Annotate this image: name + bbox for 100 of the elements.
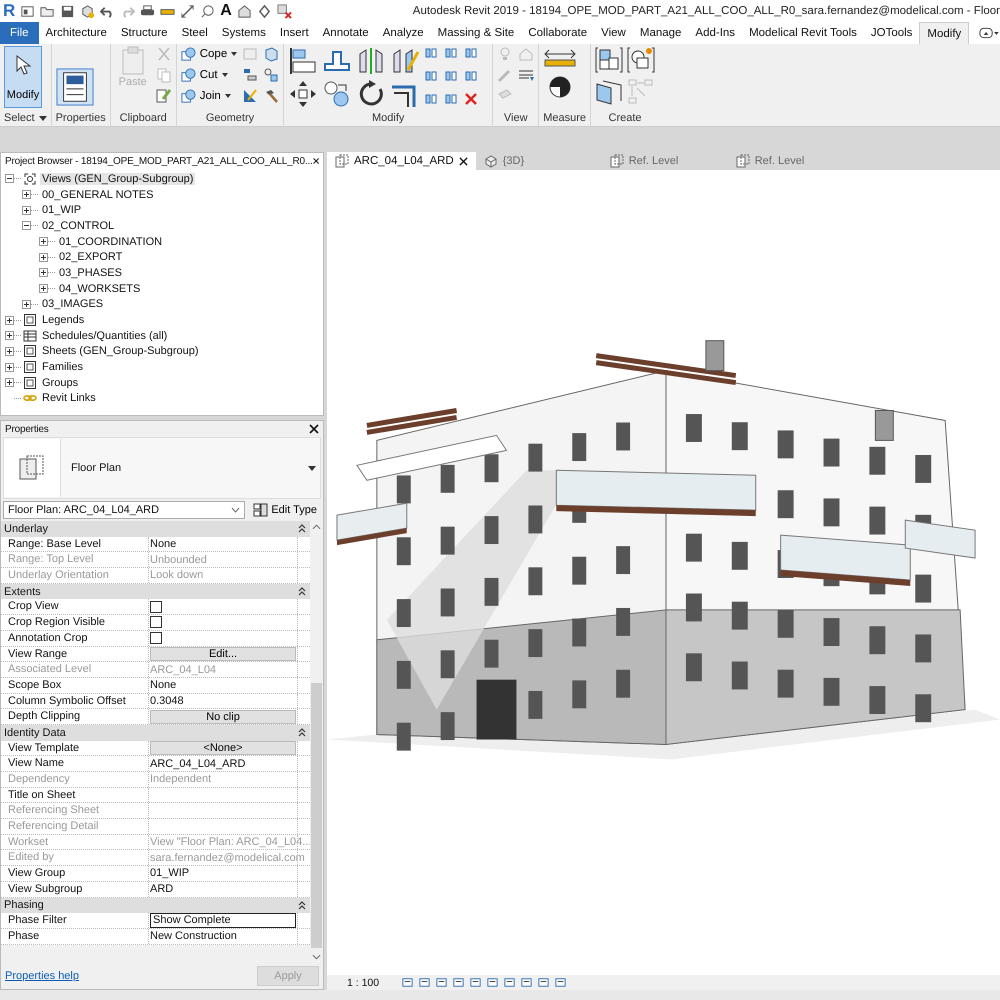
expand-icon[interactable] <box>5 362 14 372</box>
split-face-icon[interactable] <box>242 67 258 83</box>
tree-item[interactable]: 03_PHASES <box>57 266 124 279</box>
tree-item[interactable]: 02_CONTROL <box>40 220 116 232</box>
tree-item[interactable]: 01_WIP <box>40 204 84 216</box>
ribbon-tab[interactable]: Systems <box>214 22 273 44</box>
close-icon[interactable] <box>312 156 319 166</box>
property-button[interactable]: No clip <box>150 710 296 724</box>
app-logo[interactable]: R <box>3 1 16 21</box>
group-header[interactable]: Underlay <box>4 522 48 535</box>
collapse-icon[interactable] <box>5 174 14 184</box>
tree-item[interactable]: Legends <box>40 314 86 326</box>
edit-tool-icon[interactable] <box>444 69 458 83</box>
ribbon-tab[interactable]: Massing & Site <box>430 22 522 44</box>
ribbon-tab[interactable]: Collaborate <box>521 22 594 44</box>
ribbon-tab[interactable]: Add-Ins <box>688 22 742 44</box>
view-control-icon[interactable] <box>452 976 465 990</box>
tree-item[interactable]: 02_EXPORT <box>57 251 124 264</box>
save-icon[interactable] <box>60 4 76 18</box>
collapse-icon[interactable] <box>298 587 306 596</box>
expand-icon[interactable] <box>39 284 48 294</box>
checkbox[interactable] <box>150 632 162 644</box>
expand-icon[interactable] <box>39 268 48 278</box>
ribbon-tab[interactable]: Manage <box>632 22 688 44</box>
close-icon[interactable] <box>458 156 468 166</box>
document-tab[interactable]: Ref. Level <box>602 152 728 170</box>
ribbon-tab[interactable]: Steel <box>174 22 215 44</box>
ribbon-tab[interactable]: Analyze <box>376 22 431 44</box>
document-tab[interactable]: Ref. Level <box>728 152 854 170</box>
edit-tool-icon[interactable] <box>444 46 458 60</box>
shapes-icon[interactable] <box>263 67 280 83</box>
tree-item[interactable]: 03_IMAGES <box>40 298 106 310</box>
view-scale[interactable]: 1 : 100 <box>347 976 397 989</box>
property-button[interactable]: Edit... <box>150 646 296 661</box>
collapse-icon[interactable] <box>298 524 306 534</box>
view-control-icon[interactable] <box>554 976 567 990</box>
document-tab[interactable]: {3D} <box>476 152 602 170</box>
assembly-icon[interactable] <box>595 46 624 74</box>
view-control-icon[interactable] <box>401 976 414 990</box>
close-icon[interactable] <box>309 424 319 434</box>
tree-item[interactable]: 04_WORKSETS <box>57 282 142 295</box>
cube-icon[interactable] <box>80 4 96 18</box>
type-selector[interactable]: Floor Plan <box>3 437 321 499</box>
view-control-icon[interactable] <box>503 976 516 990</box>
edit-tool-icon[interactable] <box>424 69 438 83</box>
property-button[interactable]: <None> <box>150 740 296 755</box>
view-control-icon[interactable] <box>520 976 533 990</box>
checkbox[interactable] <box>150 600 162 613</box>
stacked-sheets-icon[interactable] <box>595 78 624 106</box>
view-control-icon[interactable] <box>418 976 431 990</box>
tree-item[interactable]: Views (GEN_Group-Subgroup) <box>40 172 196 185</box>
tool-button[interactable]: Cut <box>180 67 238 83</box>
ribbon-tab[interactable]: Modelical Revit Tools <box>742 22 864 44</box>
group-header[interactable]: Extents <box>4 586 41 598</box>
tree-item[interactable]: 00_GENERAL NOTES <box>40 188 156 201</box>
diamond-icon[interactable] <box>256 4 272 18</box>
ribbon-tab[interactable]: File <box>0 22 39 44</box>
ribbon-tab[interactable]: Architecture <box>38 22 114 44</box>
edit-tool-icon[interactable] <box>444 92 458 106</box>
instance-dropdown[interactable]: Floor Plan: ARC_04_L04_ARD <box>3 501 246 519</box>
edit-tool-icon[interactable] <box>464 69 478 83</box>
collapse-icon[interactable] <box>298 900 306 910</box>
tool-button[interactable]: Cope <box>180 46 238 62</box>
expand-icon[interactable] <box>22 206 31 215</box>
brush-icon[interactable] <box>156 88 172 104</box>
scrollbar-thumb[interactable] <box>311 683 322 948</box>
expand-icon[interactable] <box>22 190 31 200</box>
expand-icon[interactable] <box>5 316 14 325</box>
expand-icon[interactable] <box>5 331 14 340</box>
ribbon-tab[interactable]: View <box>594 22 633 44</box>
tree-item[interactable]: Families <box>40 361 85 374</box>
ribbon-toggle-icon[interactable] <box>979 27 1000 39</box>
house-icon[interactable] <box>236 4 252 18</box>
view-control-icon[interactable] <box>435 976 448 990</box>
modify-button[interactable]: Modify <box>4 46 42 108</box>
edit-tool-icon[interactable] <box>424 46 438 60</box>
scroll-up-icon[interactable] <box>312 524 321 530</box>
tool-button[interactable]: Join <box>180 88 238 104</box>
close-windows-icon[interactable] <box>276 4 292 18</box>
properties-icon[interactable] <box>56 68 94 106</box>
group-header[interactable]: Phasing <box>4 899 44 912</box>
expand-icon[interactable] <box>39 252 48 262</box>
tree-item[interactable]: Groups <box>40 376 80 389</box>
delete-icon[interactable] <box>464 92 478 106</box>
view-control-icon[interactable] <box>537 976 550 990</box>
ribbon-tab[interactable]: Structure <box>114 22 175 44</box>
ribbon-tab[interactable]: Insert <box>272 22 316 44</box>
expand-icon[interactable] <box>5 346 14 356</box>
tag-icon[interactable] <box>200 4 216 18</box>
edit-type-button[interactable]: Edit Type <box>249 503 321 517</box>
checkbox[interactable] <box>150 616 162 628</box>
view-control-icon[interactable] <box>486 976 499 990</box>
property-input-field[interactable]: Show Complete <box>150 913 296 928</box>
part-icon[interactable] <box>627 46 656 74</box>
scroll-down-icon[interactable] <box>312 954 321 960</box>
edit-tool-icon[interactable] <box>424 92 438 106</box>
tree-item[interactable]: 01_COORDINATION <box>57 236 164 248</box>
ribbon-tab[interactable]: Modify <box>919 22 970 44</box>
collapse-icon[interactable] <box>298 728 306 738</box>
edit-tool-icon[interactable] <box>464 46 478 60</box>
